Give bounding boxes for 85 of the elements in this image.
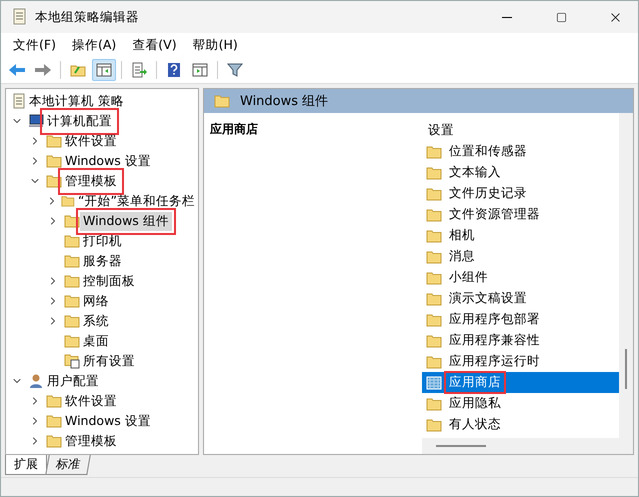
menu-item[interactable]: 操作(A) [64,34,124,56]
list-item[interactable]: 文本输入 [422,162,619,183]
list-item[interactable]: 文件历史记录 [422,183,619,204]
tree-item[interactable]: 网络 [80,292,112,310]
folder-icon [426,166,442,180]
tree-item[interactable]: 软件设置 [62,392,120,410]
description-title: 应用商店 [210,122,258,136]
tree-item[interactable]: 所有设置 [80,352,138,370]
list-item[interactable]: 位置和传感器 [422,141,619,162]
help-icon [167,62,181,78]
folder-icon [426,396,442,410]
scroll-icon [11,8,27,26]
tree-item[interactable]: 软件设置 [62,132,120,150]
folder-icon [426,228,442,242]
user-icon [28,373,44,389]
folder-icon [64,214,80,228]
tree-item[interactable]: Windows 设置 [62,152,154,170]
list-item[interactable]: 应用程序包部署 [422,309,619,330]
export-list-icon [131,62,147,78]
tree-item[interactable]: 系统 [80,312,112,330]
folder-icon [46,434,62,448]
folder-icon [426,354,442,368]
tree-item[interactable]: 桌面 [80,332,112,350]
folder-icon [64,294,80,308]
folder-icon [426,312,442,326]
settings-folder-icon [64,353,80,369]
folder-icon [426,208,442,222]
folder-icon [64,314,80,328]
list-item[interactable]: 应用商店 [422,372,619,393]
policy-icon [426,376,442,390]
menu-item[interactable]: 文件(F) [5,34,64,56]
tree-pane-icon [96,63,112,77]
window-title: 本地组策略编辑器 [35,8,140,26]
pane-header-title: Windows 组件 [240,93,328,110]
folder-icon [64,254,80,268]
tree-item[interactable]: Windows 设置 [62,412,154,430]
folder-icon [64,234,80,248]
folder-icon [46,394,62,408]
menu-item[interactable]: 查看(V) [124,34,185,56]
action-pane-icon [192,63,208,77]
folder-icon [426,292,442,306]
folder-icon [64,334,80,348]
tree-item[interactable]: 管理模板 [62,432,120,450]
folder-icon [426,334,442,348]
list-item[interactable]: 应用程序运行时 [422,351,619,372]
list-item[interactable]: 演示文稿设置 [422,288,619,309]
column-header[interactable]: 设置 [428,122,454,138]
folder-icon [46,134,62,148]
folder-icon [426,270,442,284]
filter-icon [227,62,243,78]
list-item[interactable]: 应用隐私 [422,393,619,414]
scroll-icon [12,93,26,109]
toolbar-button[interactable] [92,59,116,81]
list-item[interactable]: 消息 [422,246,619,267]
tree-item[interactable]: 用户配置 [44,372,102,390]
folder-icon [61,194,76,208]
folder-icon [426,250,442,264]
maximize-icon [556,12,566,22]
list-item[interactable]: 小组件 [422,267,619,288]
tree-item[interactable]: 服务器 [80,252,125,270]
folder-icon [426,186,442,200]
folder-icon [214,94,230,108]
folder-up-icon [70,63,86,77]
list-item[interactable]: 相机 [422,225,619,246]
tree-item[interactable]: 打印机 [80,232,125,250]
list-item[interactable]: 应用程序兼容性 [422,330,619,351]
menu-item[interactable]: 帮助(H) [184,34,246,56]
tree-item[interactable]: 控制面板 [80,272,138,290]
view-tab[interactable]: 扩展 [5,455,47,475]
tree-item[interactable]: “开始”菜单和任务栏 [75,192,198,210]
minimize-icon [502,16,512,18]
folder-icon [426,418,442,432]
tree-root[interactable]: 本地计算机 策略 [26,92,127,110]
tree-item[interactable]: Windows 组件 [80,212,172,230]
scrollbar-thumb[interactable] [436,445,486,447]
scrollbar-thumb[interactable] [625,349,627,389]
back-arrow-icon [8,63,26,77]
view-tab[interactable]: 标准 [45,455,91,475]
list-item[interactable]: 文件资源管理器 [422,204,619,225]
folder-icon [426,144,442,158]
folder-icon [46,414,62,428]
list-item[interactable]: 有人状态 [422,414,619,435]
forward-arrow-icon [34,63,52,77]
folder-icon [64,274,80,288]
folder-icon [46,154,62,168]
